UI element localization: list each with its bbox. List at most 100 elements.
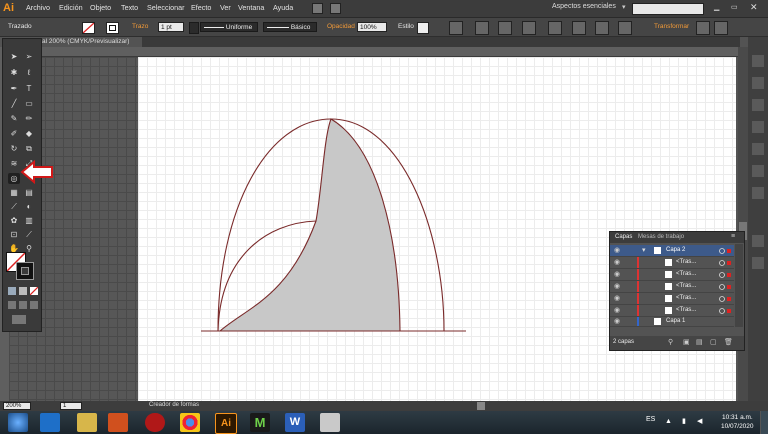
tab-artboards[interactable]: Mesas de trabajo — [638, 234, 684, 240]
path-name[interactable]: <Tras... — [676, 259, 696, 265]
word-icon[interactable]: W — [285, 413, 305, 432]
draw-behind-icon[interactable] — [19, 301, 27, 309]
stroke-panel-icon[interactable] — [752, 143, 764, 155]
layer-name[interactable]: Capa 1 — [666, 318, 685, 324]
visibility-eye-icon[interactable]: ◉ — [614, 270, 620, 278]
trash-icon[interactable]: 🗑 — [724, 338, 733, 346]
artboard-icon[interactable]: ⊡ — [8, 229, 20, 240]
network-icon[interactable]: ▮ — [682, 417, 686, 425]
panel-menu-icon[interactable] — [714, 21, 728, 35]
line-icon[interactable]: ╱ — [8, 98, 20, 109]
sublayer-row[interactable]: ◉ <Tras... — [610, 257, 734, 269]
menu-efecto[interactable]: Efecto — [191, 3, 211, 12]
menu-ventana[interactable]: Ventana — [238, 3, 264, 12]
menu-seleccionar[interactable]: Seleccionar — [147, 3, 185, 12]
chrome-icon[interactable] — [180, 413, 200, 432]
locate-object-icon[interactable]: ⚲ — [668, 338, 673, 346]
bridge-icon[interactable] — [312, 3, 323, 14]
transparency-panel-icon[interactable] — [752, 187, 764, 199]
visibility-eye-icon[interactable]: ◉ — [614, 282, 620, 290]
blob-brush-icon[interactable]: ✐ — [8, 128, 20, 139]
app-circle-icon[interactable] — [145, 413, 165, 432]
maximize-icon[interactable]: ▭ — [731, 3, 738, 11]
draw-inside-icon[interactable] — [30, 301, 38, 309]
stroke-swatch[interactable] — [106, 22, 119, 34]
transform-link[interactable]: Transformar — [654, 23, 689, 30]
paintbrush-icon[interactable]: ✎ — [8, 113, 20, 124]
visibility-eye-icon[interactable]: ◉ — [614, 306, 620, 314]
brushes-panel-icon[interactable] — [752, 99, 764, 111]
blend-icon[interactable]: ◐ — [23, 201, 35, 212]
color-panel-icon[interactable] — [752, 55, 764, 67]
new-layer-icon[interactable]: ▢ — [710, 338, 717, 346]
paint-icon[interactable] — [320, 413, 340, 432]
path-name[interactable]: <Tras... — [676, 295, 696, 301]
arrange-icon[interactable] — [330, 3, 341, 14]
selection-icon[interactable]: ➤ — [8, 51, 20, 62]
menu-texto[interactable]: Texto — [121, 3, 138, 12]
layers-scrollbar[interactable] — [735, 244, 743, 327]
clipping-mask-icon[interactable]: ▣ — [683, 338, 690, 346]
stroke-weight-field[interactable]: 1 pt — [158, 22, 184, 32]
ie-icon[interactable] — [40, 413, 60, 432]
isolate-icon[interactable] — [696, 21, 710, 35]
media-player-icon[interactable] — [108, 413, 128, 432]
chevron-down-icon[interactable]: ▾ — [622, 3, 626, 11]
align-right-icon[interactable] — [522, 21, 536, 35]
current-tool-label[interactable]: Creador de formas — [149, 402, 199, 408]
clock-date[interactable]: 10/07/2020 — [721, 423, 754, 430]
visibility-eye-icon[interactable]: ◉ — [614, 294, 620, 302]
path-name[interactable]: <Tras... — [676, 283, 696, 289]
none-mode-icon[interactable] — [30, 287, 38, 295]
sublayer-row[interactable]: ◉ <Tras... — [610, 269, 734, 281]
visibility-eye-icon[interactable]: ◉ — [614, 258, 620, 266]
layer-row-capa-2[interactable]: ◉ ▾ Capa 2 — [610, 245, 734, 257]
gradient-icon[interactable]: ▤ — [23, 187, 35, 198]
tray-arrow-icon[interactable]: ▲ — [665, 418, 672, 425]
color-mode-icon[interactable] — [8, 287, 16, 295]
slice-icon[interactable]: ⟋ — [23, 229, 35, 240]
pencil-icon[interactable]: ✏ — [23, 113, 35, 124]
help-search-input[interactable] — [632, 3, 704, 15]
panel-menu-icon[interactable]: ≡ — [731, 233, 735, 240]
mesh-icon[interactable]: ▦ — [8, 187, 20, 198]
layers-panel-icon[interactable] — [752, 257, 764, 269]
align-top-icon[interactable] — [572, 21, 586, 35]
graphic-style-swatch[interactable] — [417, 22, 429, 34]
tab-layers[interactable]: Capas — [615, 234, 632, 240]
horizontal-scroll-thumb[interactable] — [477, 402, 485, 410]
clock-time[interactable]: 10:31 a.m. — [722, 414, 753, 421]
symbols-panel-icon[interactable] — [752, 121, 764, 133]
windows-start-icon[interactable] — [8, 413, 28, 432]
fill-swatch[interactable] — [82, 22, 95, 34]
direct-selection-icon[interactable]: ➢ — [23, 51, 35, 62]
distribute-icon[interactable] — [548, 21, 562, 35]
graph-icon[interactable]: ▥ — [23, 215, 35, 226]
sublayer-row[interactable]: ◉ <Tras... — [610, 281, 734, 293]
sublayer-row[interactable]: ◉ <Tras... — [610, 293, 734, 305]
swatches-panel-icon[interactable] — [752, 77, 764, 89]
shape-builder-icon[interactable]: ◎ — [8, 173, 20, 184]
stroke-swatch-dropdown[interactable] — [189, 22, 199, 34]
minimize-icon[interactable]: ▁ — [714, 3, 719, 11]
illustrator-taskbar-icon[interactable]: Ai — [215, 413, 237, 434]
menu-archivo[interactable]: Archivo — [26, 3, 50, 12]
screen-mode-icon[interactable] — [12, 315, 26, 324]
document-tab[interactable]: al 200% (CMYK/Previsualizar) — [40, 37, 142, 47]
visibility-eye-icon[interactable]: ◉ — [614, 317, 620, 325]
lasso-icon[interactable]: ℓ — [23, 67, 35, 78]
close-icon[interactable]: ✕ — [750, 2, 758, 13]
language-indicator[interactable]: ES — [646, 416, 655, 423]
rotate-icon[interactable]: ↻ — [8, 143, 20, 154]
menu-ayuda[interactable]: Ayuda — [273, 3, 293, 12]
width-icon[interactable]: ≋ — [8, 158, 20, 169]
path-name[interactable]: <Tras... — [676, 307, 696, 313]
file-explorer-icon[interactable] — [77, 413, 97, 432]
draw-normal-icon[interactable] — [8, 301, 16, 309]
stroke-color-box[interactable] — [16, 262, 34, 280]
brush-definition[interactable]: Básico — [263, 22, 317, 32]
scale-icon[interactable]: ⧉ — [23, 143, 35, 154]
rectangle-icon[interactable]: ▭ — [23, 98, 35, 109]
menu-edicion[interactable]: Edición — [59, 3, 83, 12]
volume-icon[interactable]: ◀ — [697, 417, 702, 425]
